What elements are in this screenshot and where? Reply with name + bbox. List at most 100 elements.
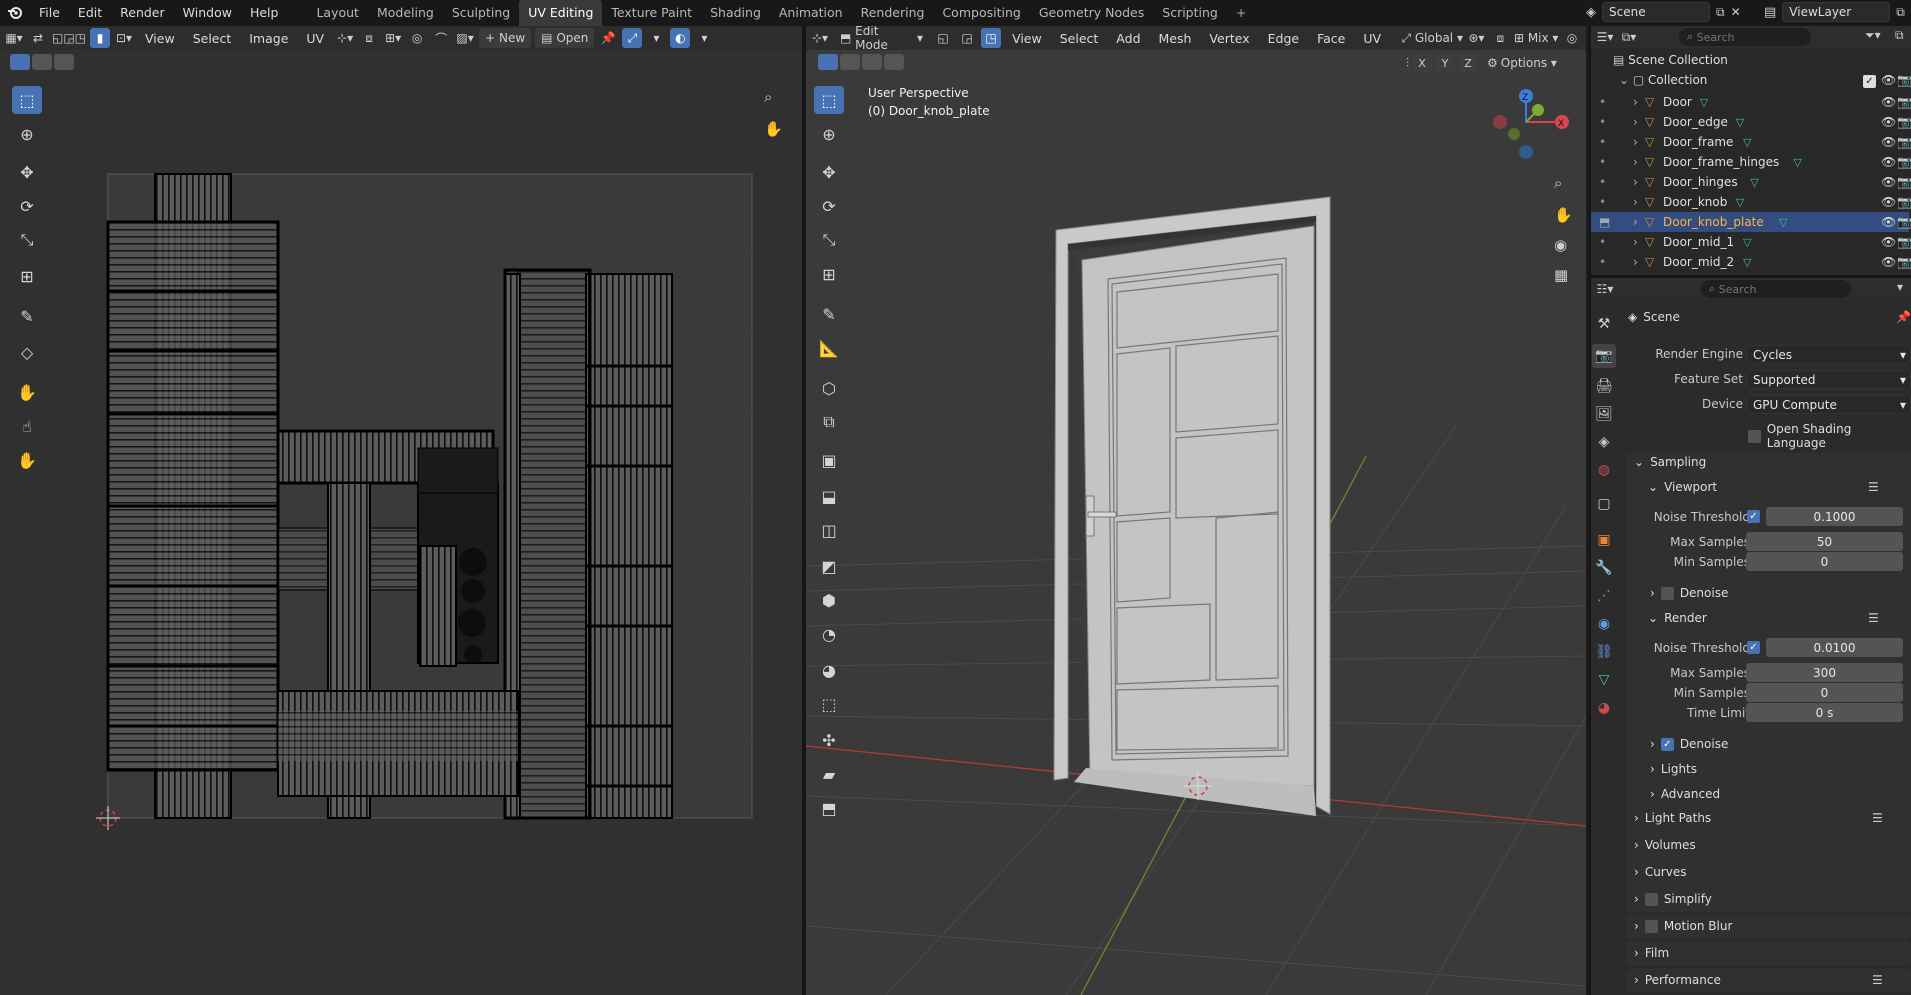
- mesh-data-icon[interactable]: ▽: [1700, 96, 1708, 109]
- vp-menu-face[interactable]: Face: [1310, 31, 1352, 46]
- render-camera-icon[interactable]: 📷: [1897, 255, 1911, 269]
- visibility-eye-icon[interactable]: 👁: [1881, 215, 1896, 229]
- pivot-point-icon[interactable]: ⊛▾: [1466, 28, 1486, 48]
- vp-max-samples-field[interactable]: 50: [1746, 532, 1903, 551]
- uv-island-door-left[interactable]: [106, 173, 280, 819]
- osl-row[interactable]: Open Shading Language: [1748, 422, 1911, 450]
- vp-denoise-row[interactable]: › Denoise: [1650, 586, 1728, 600]
- tab-texture-paint[interactable]: Texture Paint: [602, 0, 701, 26]
- vp-proportional-icon[interactable]: ◎: [1562, 28, 1582, 48]
- sampling-header[interactable]: ⌄ Sampling: [1634, 455, 1706, 469]
- vp-select-subtract-icon[interactable]: [862, 54, 882, 70]
- vp-menu-view[interactable]: View: [1005, 31, 1049, 46]
- mirror-icon[interactable]: ⫶: [1406, 56, 1409, 71]
- mesh-data-icon[interactable]: ▽: [1750, 176, 1758, 189]
- scene-properties-tab-icon[interactable]: ◈: [1592, 430, 1616, 454]
- vp-annotate-tool-icon[interactable]: ✎: [814, 300, 844, 328]
- mesh-data-icon[interactable]: ▽: [1743, 256, 1751, 269]
- viewport-canvas[interactable]: [806, 26, 1586, 995]
- expand-arrow-icon[interactable]: ›: [1633, 175, 1638, 189]
- visibility-eye-icon[interactable]: 👁: [1881, 255, 1896, 269]
- r-noise-threshold-checkbox[interactable]: ✓: [1747, 641, 1760, 654]
- tab-compositing[interactable]: Compositing: [933, 0, 1029, 26]
- tab-uv-editing[interactable]: UV Editing: [519, 0, 603, 26]
- outliner-item-door-mid-2[interactable]: • › ▽ Door_mid_2 ▽ 👁 📷: [1591, 252, 1911, 272]
- mesh-edit-options-icon[interactable]: ⚙: [1487, 56, 1498, 70]
- mesh-data-icon[interactable]: ▽: [1743, 136, 1751, 149]
- vertex-select-icon[interactable]: ◱: [933, 28, 953, 48]
- render-camera-icon[interactable]: 📷: [1897, 175, 1911, 189]
- display-mode-icon[interactable]: ⧉▾: [1619, 27, 1639, 47]
- material-properties-tab-icon[interactable]: ◕: [1592, 696, 1616, 720]
- render-camera-icon[interactable]: 📷: [1897, 235, 1911, 249]
- menu-help[interactable]: Help: [241, 0, 288, 26]
- vp-min-samples-field[interactable]: 0: [1746, 552, 1903, 571]
- scene-collection-row[interactable]: ▤ Scene Collection: [1591, 50, 1909, 70]
- mirror-x-toggle[interactable]: X: [1412, 54, 1433, 72]
- poly-build-tool-icon[interactable]: ⬢: [814, 586, 844, 614]
- section-header-light-paths[interactable]: › Light Paths: [1634, 811, 1711, 825]
- vp-menu-select[interactable]: Select: [1053, 31, 1106, 46]
- collection-visibility-icon[interactable]: 👁: [1881, 73, 1896, 87]
- section-header-volumes[interactable]: › Volumes: [1634, 838, 1696, 852]
- render-subpanel-header[interactable]: ⌄ Render: [1648, 611, 1707, 625]
- section-header-film[interactable]: › Film: [1634, 946, 1669, 960]
- bevel-tool-icon[interactable]: ⬓: [814, 482, 844, 510]
- tab-rendering[interactable]: Rendering: [852, 0, 934, 26]
- outliner-item-door[interactable]: • › ▽ Door ▽ 👁 📷: [1591, 92, 1911, 112]
- add-cube-tool-icon[interactable]: ⬡: [814, 374, 844, 402]
- shrink-fatten-tool-icon[interactable]: ✣: [814, 726, 844, 754]
- row-dot-icon[interactable]: •: [1599, 195, 1606, 209]
- outliner-item-door-mid-1[interactable]: • › ▽ Door_mid_1 ▽ 👁 📷: [1591, 232, 1911, 252]
- render-presets-icon[interactable]: ☰: [1868, 611, 1879, 625]
- physics-properties-tab-icon[interactable]: ◉: [1592, 612, 1616, 636]
- vp-select-invert-icon[interactable]: [884, 54, 904, 70]
- lights-subpanel-header[interactable]: › Lights: [1650, 762, 1697, 776]
- new-collection-icon[interactable]: ⧉: [1895, 28, 1904, 43]
- vp-menu-add[interactable]: Add: [1109, 31, 1147, 46]
- properties-search-input[interactable]: ⌕: [1701, 280, 1851, 298]
- knife-tool-icon[interactable]: ◩: [814, 552, 844, 580]
- visibility-eye-icon[interactable]: 👁: [1881, 235, 1896, 249]
- render-engine-dropdown[interactable]: Cycles ▾: [1746, 345, 1911, 364]
- menu-edit[interactable]: Edit: [69, 0, 111, 26]
- face-select-icon[interactable]: ◳: [981, 28, 1002, 48]
- uv-canvas[interactable]: [0, 26, 802, 995]
- view-layer-field[interactable]: ViewLayer: [1782, 2, 1891, 22]
- object-properties-tab-icon[interactable]: ▣: [1592, 528, 1616, 552]
- vp-zoom-icon[interactable]: ⌕: [1554, 174, 1562, 192]
- row-dot-icon[interactable]: •: [1599, 255, 1606, 269]
- collection-properties-tab-icon[interactable]: ▢: [1592, 492, 1616, 516]
- section-enable-checkbox[interactable]: [1644, 919, 1658, 933]
- expand-arrow-icon[interactable]: ›: [1633, 115, 1638, 129]
- vp-pan-icon[interactable]: ✋: [1554, 206, 1573, 224]
- r-max-samples-field[interactable]: 300: [1746, 663, 1903, 682]
- section-header-motion-blur[interactable]: › Motion Blur: [1634, 919, 1732, 933]
- collection-render-icon[interactable]: 📷: [1897, 73, 1911, 87]
- data-properties-tab-icon[interactable]: ▽: [1592, 668, 1616, 692]
- r-noise-threshold-field[interactable]: 0.0100: [1766, 638, 1903, 657]
- tab-scripting[interactable]: Scripting: [1153, 0, 1227, 26]
- section-enable-checkbox[interactable]: [1644, 892, 1658, 906]
- tab-modeling[interactable]: Modeling: [368, 0, 443, 26]
- render-camera-icon[interactable]: 📷: [1897, 135, 1911, 149]
- vp-menu-vertex[interactable]: Vertex: [1202, 31, 1256, 46]
- mesh-data-icon[interactable]: ▽: [1736, 196, 1744, 209]
- tab-shading[interactable]: Shading: [701, 0, 770, 26]
- render-camera-icon[interactable]: 📷: [1897, 215, 1911, 229]
- mesh-data-icon[interactable]: ▽: [1793, 156, 1801, 169]
- vp-snap-icon[interactable]: ⧈: [1490, 28, 1510, 48]
- vp-select-box-tool-icon[interactable]: ⬚: [814, 86, 844, 114]
- vp-move-tool-icon[interactable]: ✥: [814, 158, 844, 186]
- outliner-item-door-knob-plate[interactable]: ⬒ › ▽ Door_knob_plate ▽ 👁 📷: [1591, 212, 1911, 232]
- visibility-eye-icon[interactable]: 👁: [1881, 135, 1896, 149]
- expand-arrow-icon[interactable]: ›: [1633, 235, 1638, 249]
- row-dot-icon[interactable]: •: [1599, 235, 1606, 249]
- scene-new-icon[interactable]: ⧉: [1716, 5, 1725, 20]
- visibility-eye-icon[interactable]: 👁: [1881, 115, 1896, 129]
- mode-selector[interactable]: ⬒ Edit Mode ▾: [834, 26, 930, 52]
- visibility-eye-icon[interactable]: 👁: [1881, 95, 1896, 109]
- loop-cut-tool-icon[interactable]: ◫: [814, 516, 844, 544]
- section-presets-icon[interactable]: ☰: [1872, 973, 1883, 987]
- edit-mode-icon[interactable]: ⬒: [1599, 215, 1610, 229]
